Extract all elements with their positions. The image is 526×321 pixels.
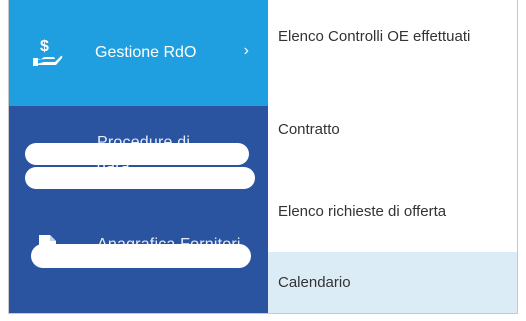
- submenu-item-elenco-controlli[interactable]: Elenco Controlli OE effettuati: [268, 4, 517, 70]
- hand-coin-icon: $: [23, 29, 71, 77]
- app-frame: $ Gestione RdO › Procedure di gara Anagr…: [8, 0, 518, 314]
- sidebar-item-anagrafica[interactable]: Anagrafica Fornitori: [9, 204, 268, 313]
- submenu-panel: Elenco Controlli OE effettuati Contratto…: [268, 0, 517, 313]
- submenu-item-label: Calendario: [278, 274, 351, 291]
- redaction-bar: [25, 167, 255, 189]
- submenu-item-elenco-richieste[interactable]: Elenco richieste di offerta: [268, 172, 517, 252]
- redaction-bar: [25, 143, 249, 165]
- submenu-item-contratto[interactable]: Contratto: [268, 88, 517, 172]
- sidebar-item-gestione-rdo[interactable]: $ Gestione RdO ›: [9, 0, 268, 106]
- submenu-item-calendario[interactable]: Calendario: [268, 252, 517, 313]
- sidebar-item-procedure[interactable]: Procedure di gara: [9, 106, 268, 204]
- submenu-item-label: Contratto: [278, 121, 340, 138]
- submenu-item-label: Elenco Controlli OE effettuati: [278, 28, 471, 45]
- sidebar-item-label: Gestione RdO: [95, 44, 197, 61]
- svg-text:$: $: [40, 38, 49, 55]
- chevron-right-icon: ›: [243, 42, 249, 59]
- redaction-bar: [31, 244, 251, 268]
- submenu-item-label: Elenco richieste di offerta: [278, 203, 447, 220]
- sidebar: $ Gestione RdO › Procedure di gara Anagr…: [9, 0, 268, 313]
